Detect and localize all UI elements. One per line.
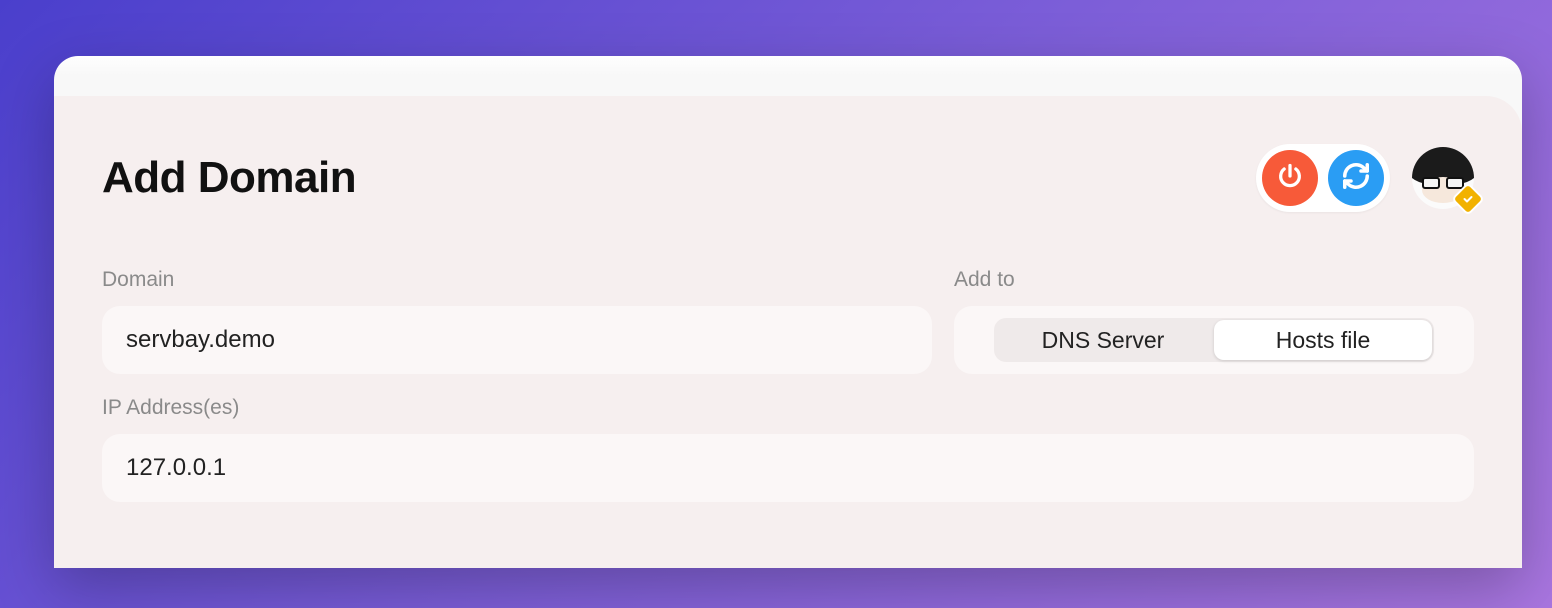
add-to-segmented: DNS Server Hosts file: [954, 306, 1474, 374]
add-to-label: Add to: [954, 268, 1474, 292]
avatar-container: [1412, 147, 1474, 209]
add-to-field-group: Add to DNS Server Hosts file: [954, 268, 1474, 374]
ip-input[interactable]: [102, 434, 1474, 502]
sunglasses-icon: [1422, 177, 1464, 189]
header-actions: [1256, 144, 1474, 212]
segment-hosts-file[interactable]: Hosts file: [1214, 320, 1432, 360]
domain-input[interactable]: [102, 306, 932, 374]
segment-dns-server[interactable]: DNS Server: [994, 318, 1212, 362]
ip-field-group: IP Address(es): [102, 396, 1474, 502]
action-pill: [1256, 144, 1390, 212]
domain-label: Domain: [102, 268, 932, 292]
domain-field-group: Domain: [102, 268, 932, 374]
form: Domain Add to DNS Server Hosts file IP A…: [102, 268, 1474, 502]
page-title: Add Domain: [102, 153, 356, 203]
refresh-button[interactable]: [1328, 150, 1384, 206]
power-button[interactable]: [1262, 150, 1318, 206]
app-window: Add Domain: [54, 56, 1522, 568]
content-pane: Add Domain: [54, 96, 1522, 568]
ip-label: IP Address(es): [102, 396, 1474, 420]
segmented-inner: DNS Server Hosts file: [994, 318, 1434, 362]
refresh-icon: [1341, 161, 1371, 196]
header: Add Domain: [102, 144, 1474, 212]
power-icon: [1276, 162, 1304, 195]
